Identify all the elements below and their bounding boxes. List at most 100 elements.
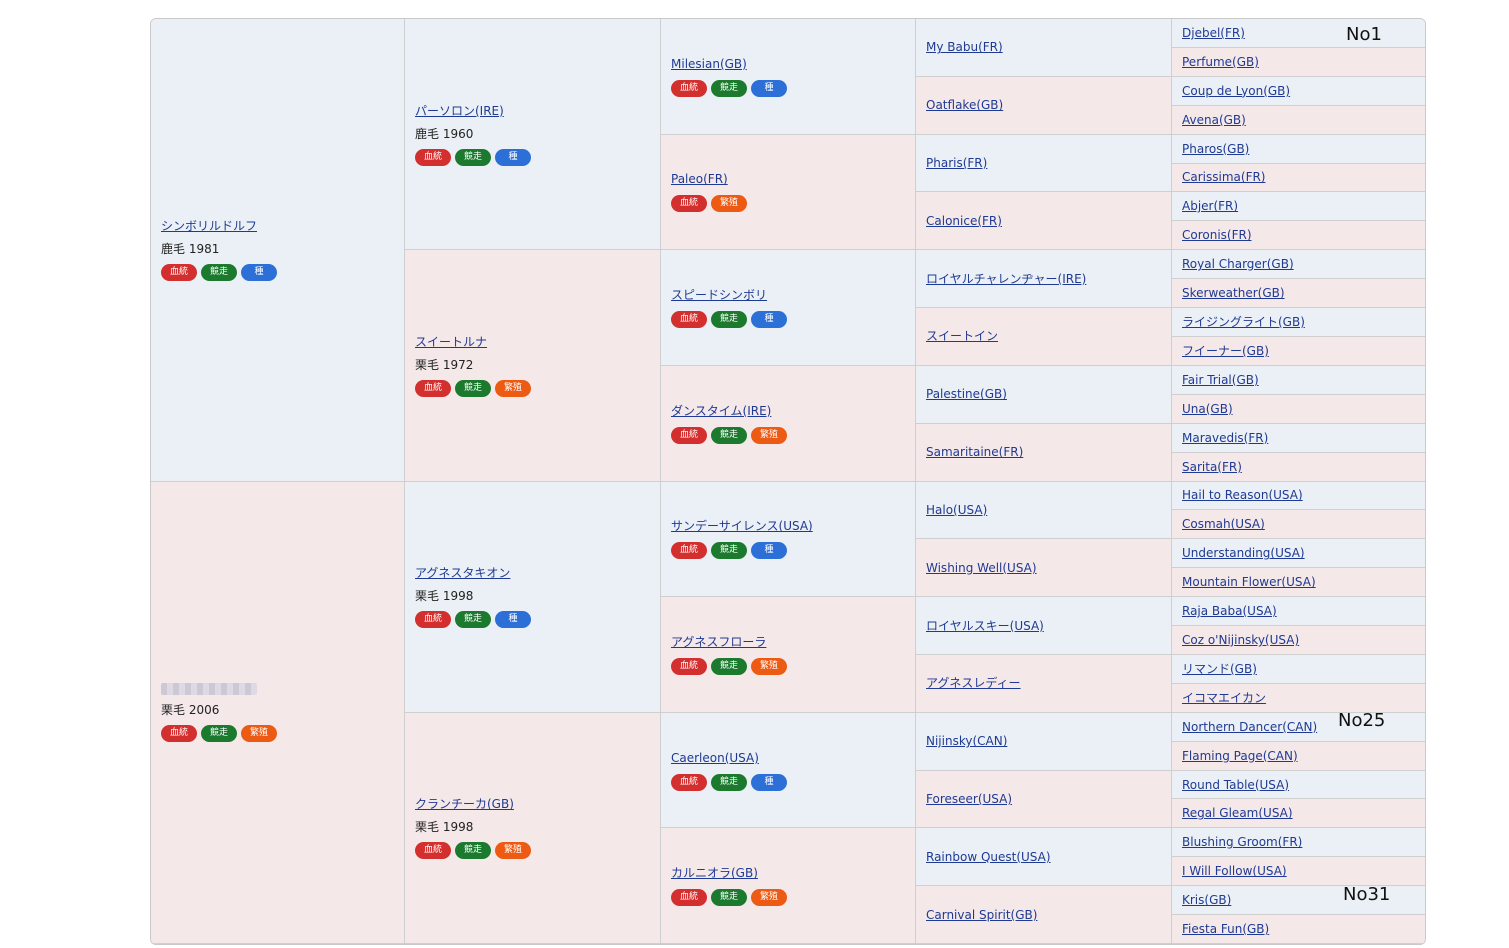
blood-badge[interactable]: 血統 — [671, 773, 707, 791]
horse-name-link[interactable]: Skerweather(GB) — [1182, 285, 1417, 301]
blood-badge[interactable]: 血統 — [415, 148, 451, 166]
horse-name-link[interactable]: アグネスレディー — [926, 675, 1161, 691]
horse-name-link[interactable]: Pharis(FR) — [926, 155, 1161, 171]
race-badge[interactable]: 競走 — [455, 842, 491, 860]
horse-name-link[interactable]: Coup de Lyon(GB) — [1182, 83, 1417, 99]
breed-badge[interactable]: 繁殖 — [241, 724, 277, 742]
horse-name-link[interactable]: Round Table(USA) — [1182, 777, 1417, 793]
blood-badge[interactable]: 血統 — [415, 842, 451, 860]
horse-name-link[interactable]: ライジングライト(GB) — [1182, 314, 1417, 330]
horse-name-link[interactable]: Calonice(FR) — [926, 213, 1161, 229]
breed-badge[interactable]: 繁殖 — [751, 426, 787, 444]
horse-name-link[interactable]: Fair Trial(GB) — [1182, 372, 1417, 388]
blood-badge[interactable]: 血統 — [671, 657, 707, 675]
horse-name-link[interactable]: Halo(USA) — [926, 502, 1161, 518]
race-badge[interactable]: 競走 — [711, 311, 747, 329]
horse-name-link[interactable]: Northern Dancer(CAN) — [1182, 719, 1417, 735]
blood-badge[interactable]: 血統 — [671, 426, 707, 444]
horse-name-link[interactable]: Coronis(FR) — [1182, 227, 1417, 243]
breed-badge[interactable]: 繁殖 — [711, 195, 747, 213]
horse-name-link[interactable]: Oatflake(GB) — [926, 97, 1161, 113]
stud-badge[interactable]: 種 — [751, 773, 787, 791]
horse-name-link[interactable]: Wishing Well(USA) — [926, 560, 1161, 576]
horse-name-link[interactable]: ロイヤルチャレンヂャー(IRE) — [926, 271, 1161, 287]
race-badge[interactable]: 競走 — [711, 426, 747, 444]
race-badge[interactable]: 競走 — [201, 724, 237, 742]
horse-name-link[interactable]: Flaming Page(CAN) — [1182, 748, 1417, 764]
horse-name-link[interactable]: Samaritaine(FR) — [926, 444, 1161, 460]
blood-badge[interactable]: 血統 — [671, 889, 707, 907]
horse-name-link[interactable]: Paleo(FR) — [671, 171, 905, 187]
horse-name-link[interactable]: リマンド(GB) — [1182, 661, 1417, 677]
blood-badge[interactable]: 血統 — [161, 264, 197, 282]
blood-badge[interactable]: 血統 — [671, 195, 707, 213]
horse-name-link[interactable]: Understanding(USA) — [1182, 545, 1417, 561]
horse-name-link[interactable]: Pharos(GB) — [1182, 141, 1417, 157]
horse-name-link[interactable]: Fiesta Fun(GB) — [1182, 921, 1417, 937]
horse-name-link[interactable]: Una(GB) — [1182, 401, 1417, 417]
horse-name-link[interactable]: My Babu(FR) — [926, 39, 1161, 55]
horse-name-link[interactable]: Rainbow Quest(USA) — [926, 849, 1161, 865]
horse-name-link[interactable]: Maravedis(FR) — [1182, 430, 1417, 446]
stud-badge[interactable]: 種 — [241, 264, 277, 282]
horse-name-link[interactable]: シンボリルドルフ — [161, 218, 394, 234]
horse-name-link[interactable]: スピードシンボリ — [671, 287, 905, 303]
horse-name-link[interactable]: ダンスタイム(IRE) — [671, 403, 905, 419]
blood-badge[interactable]: 血統 — [161, 724, 197, 742]
stud-badge[interactable]: 種 — [495, 148, 531, 166]
horse-name-link[interactable]: Regal Gleam(USA) — [1182, 805, 1417, 821]
horse-name-link[interactable]: Sarita(FR) — [1182, 459, 1417, 475]
breed-badge[interactable]: 繁殖 — [751, 657, 787, 675]
horse-name-link[interactable]: Perfume(GB) — [1182, 54, 1417, 70]
horse-name-link[interactable]: アグネスタキオン — [415, 565, 650, 581]
horse-name-link[interactable]: フイーナー(GB) — [1182, 343, 1417, 359]
horse-name-link[interactable]: Hail to Reason(USA) — [1182, 487, 1417, 503]
horse-name-link[interactable]: スイートルナ — [415, 334, 650, 350]
race-badge[interactable]: 競走 — [711, 657, 747, 675]
horse-name-link[interactable]: アグネスフローラ — [671, 634, 905, 650]
horse-name-link[interactable]: Nijinsky(CAN) — [926, 733, 1161, 749]
horse-name-link[interactable]: I Will Follow(USA) — [1182, 863, 1417, 879]
race-badge[interactable]: 競走 — [711, 889, 747, 907]
horse-name-link[interactable]: Avena(GB) — [1182, 112, 1417, 128]
horse-name-link[interactable]: Caerleon(USA) — [671, 750, 905, 766]
horse-name-link[interactable]: Djebel(FR) — [1182, 25, 1417, 41]
breed-badge[interactable]: 繁殖 — [751, 889, 787, 907]
race-badge[interactable]: 競走 — [711, 79, 747, 97]
stud-badge[interactable]: 種 — [495, 611, 531, 629]
stud-badge[interactable]: 種 — [751, 311, 787, 329]
horse-name-link[interactable]: Palestine(GB) — [926, 386, 1161, 402]
race-badge[interactable]: 競走 — [455, 611, 491, 629]
horse-name-link[interactable]: Foreseer(USA) — [926, 791, 1161, 807]
horse-name-link[interactable]: ロイヤルスキー(USA) — [926, 618, 1161, 634]
stud-badge[interactable]: 種 — [751, 79, 787, 97]
breed-badge[interactable]: 繁殖 — [495, 842, 531, 860]
blood-badge[interactable]: 血統 — [671, 79, 707, 97]
horse-name-link[interactable]: Blushing Groom(FR) — [1182, 834, 1417, 850]
horse-name-link[interactable]: Carissima(FR) — [1182, 169, 1417, 185]
horse-name-link[interactable]: Abjer(FR) — [1182, 198, 1417, 214]
race-badge[interactable]: 競走 — [711, 542, 747, 560]
horse-name-link[interactable]: Coz o'Nijinsky(USA) — [1182, 632, 1417, 648]
stud-badge[interactable]: 種 — [751, 542, 787, 560]
horse-name-link[interactable]: Milesian(GB) — [671, 56, 905, 72]
horse-name-link[interactable]: Royal Charger(GB) — [1182, 256, 1417, 272]
blood-badge[interactable]: 血統 — [671, 311, 707, 329]
horse-name-link[interactable]: カルニオラ(GB) — [671, 865, 905, 881]
horse-name-link[interactable]: スイートイン — [926, 328, 1161, 344]
horse-name-link[interactable]: Mountain Flower(USA) — [1182, 574, 1417, 590]
horse-name-link[interactable]: Raja Baba(USA) — [1182, 603, 1417, 619]
race-badge[interactable]: 競走 — [455, 379, 491, 397]
horse-name-link[interactable]: Kris(GB) — [1182, 892, 1417, 908]
blood-badge[interactable]: 血統 — [415, 379, 451, 397]
horse-name-link[interactable]: イコマエイカン — [1182, 690, 1417, 706]
race-badge[interactable]: 競走 — [201, 264, 237, 282]
horse-name-link[interactable]: サンデーサイレンス(USA) — [671, 518, 905, 534]
horse-name-link[interactable]: Cosmah(USA) — [1182, 516, 1417, 532]
race-badge[interactable]: 競走 — [711, 773, 747, 791]
race-badge[interactable]: 競走 — [455, 148, 491, 166]
horse-name-link[interactable]: クランチーカ(GB) — [415, 796, 650, 812]
blood-badge[interactable]: 血統 — [415, 611, 451, 629]
blood-badge[interactable]: 血統 — [671, 542, 707, 560]
horse-name-link[interactable]: パーソロン(IRE) — [415, 103, 650, 119]
